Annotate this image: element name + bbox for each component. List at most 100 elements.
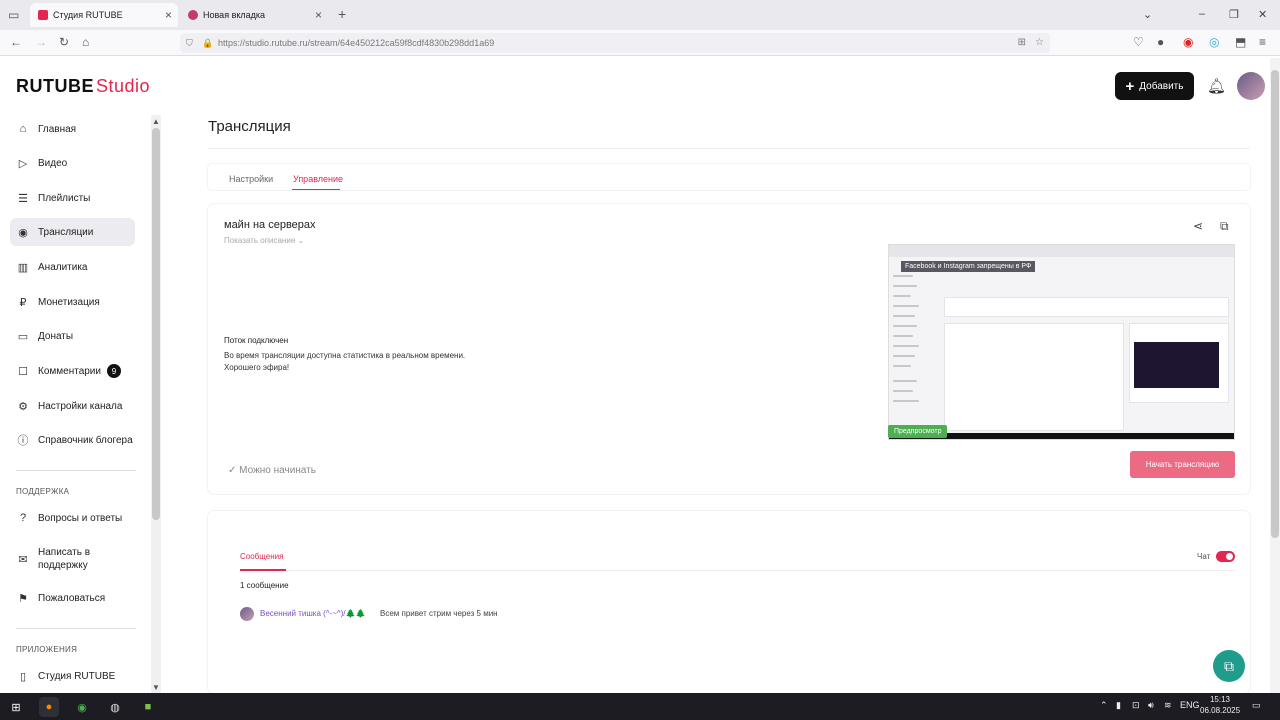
pocket-icon[interactable]: ♡	[1133, 35, 1144, 49]
notifications-icon[interactable]: ▭	[1252, 700, 1261, 711]
monetization-icon: ₽	[19, 296, 27, 309]
extensions-icon[interactable]: ⬒	[1235, 35, 1246, 49]
scroll-up-icon[interactable]: ▲	[152, 117, 160, 126]
sidebar-item-studio-app[interactable]: ▯ Студия RUTUBE	[10, 662, 135, 690]
playlist-icon: ☰	[18, 192, 28, 205]
mail-icon: ✉	[18, 553, 28, 566]
active-tab-indicator	[292, 189, 340, 190]
sidebar-item-video[interactable]: ▷ Видео	[10, 149, 135, 177]
firefox-icon[interactable]: ●	[39, 697, 59, 717]
comments-icon: ☐	[18, 365, 28, 378]
start-broadcast-button[interactable]: Начать трансляцию	[1130, 451, 1235, 478]
show-description-toggle[interactable]: Показать описание ⌄	[224, 236, 304, 245]
page-title: Трансляция	[208, 118, 291, 135]
sidebar-item-contact-support[interactable]: ✉ Написать в поддержку	[10, 544, 135, 574]
sidebar-item-label: Комментарии	[38, 365, 101, 377]
network-tray-icon[interactable]: ⊡	[1132, 700, 1140, 711]
preview-video-frame	[1134, 342, 1219, 388]
translate-icon[interactable]: ⊞	[1018, 33, 1026, 53]
tab-list-icon[interactable]: ⌄	[1143, 8, 1152, 21]
browser-tab-studio[interactable]: Студия RUTUBE ×	[30, 3, 178, 27]
browser-tab-new[interactable]: Новая вкладка ×	[180, 3, 328, 27]
extension-blue-icon[interactable]: ◎	[1209, 35, 1219, 49]
chevron-down-icon: ⌄	[297, 236, 305, 245]
close-window-icon[interactable]: ✕	[1258, 8, 1267, 21]
sidebar-item-report[interactable]: ⚑ Пожаловаться	[10, 584, 135, 612]
sidebar-item-label: Студия RUTUBE	[38, 670, 116, 682]
browser-tab-bar: ▭ Студия RUTUBE × Новая вкладка × + ⌄ – …	[0, 0, 1280, 30]
close-tab-icon[interactable]: ×	[315, 8, 322, 22]
maximize-icon[interactable]: ❐	[1229, 8, 1239, 21]
sidebar-item-label: Трансляции	[38, 226, 94, 238]
add-button[interactable]: + Добавить	[1115, 72, 1194, 100]
url-field[interactable]: ⛉ 🔒 https://studio.rutube.ru/stream/64e4…	[180, 33, 1050, 53]
clock-date: 06.08.2025	[1200, 706, 1241, 715]
tray-arrow-icon[interactable]: ⌃	[1100, 700, 1108, 711]
minimize-icon[interactable]: –	[1199, 8, 1205, 20]
browser-tab-title: Студия RUTUBE	[53, 10, 123, 20]
tab-overview-icon[interactable]: ▭	[8, 8, 19, 22]
sidebar-item-faq[interactable]: ? Вопросы и ответы	[10, 504, 135, 532]
language-indicator[interactable]: ENG	[1180, 700, 1200, 710]
wifi-icon[interactable]: ≋	[1164, 700, 1172, 711]
sidebar-item-comments[interactable]: ☐ Комментарии 9	[10, 357, 135, 385]
stream-tabs	[208, 164, 1250, 190]
page-scroll-thumb[interactable]	[1271, 70, 1279, 538]
bookmark-star-icon[interactable]: ☆	[1035, 33, 1044, 53]
obs-icon[interactable]: ◍	[105, 697, 125, 717]
bell-icon[interactable]: 🔔︎	[1207, 77, 1226, 95]
phone-icon: ▯	[19, 670, 27, 683]
sidebar-item-home[interactable]: ⌂ Главная	[10, 115, 135, 143]
new-tab-icon[interactable]: +	[338, 6, 346, 22]
forward-icon[interactable]: →	[35, 35, 47, 49]
reload-icon[interactable]: ↻	[59, 35, 69, 49]
sidebar-item-broadcasts[interactable]: ◉ Трансляции	[10, 218, 135, 246]
home-browser-icon[interactable]: ⌂	[82, 35, 89, 49]
chrome-icon[interactable]: ◉	[72, 697, 92, 717]
start-menu-icon[interactable]: ⊞	[6, 697, 26, 717]
tab-settings[interactable]: Настройки	[229, 174, 273, 184]
menu-icon[interactable]: ≡	[1259, 35, 1266, 49]
close-tab-icon[interactable]: ×	[165, 8, 172, 22]
sidebar-item-monetization[interactable]: ₽ Монетизация	[10, 288, 135, 316]
minecraft-icon[interactable]: ■	[138, 697, 158, 717]
clock-time: 15:13	[1209, 695, 1231, 704]
sidebar-item-donates[interactable]: ▭ Донаты	[10, 322, 135, 350]
sidebar-item-blogger-guide[interactable]: ⓘ Справочник блогера	[10, 426, 135, 454]
sidebar-item-label: Вопросы и ответы	[38, 512, 123, 524]
sidebar-item-analytics[interactable]: ▥ Аналитика	[10, 253, 135, 281]
sidebar-item-label: Донаты	[38, 330, 74, 342]
share-icon[interactable]: ⋖	[1193, 219, 1203, 233]
adblock-extension-icon[interactable]: ◉	[1183, 35, 1193, 49]
help-chat-button[interactable]: ⧉	[1213, 650, 1245, 682]
taskbar-clock[interactable]: 15:13 06.08.2025	[1200, 694, 1240, 716]
sidebar-divider	[16, 470, 136, 471]
back-icon[interactable]: ←	[10, 35, 22, 49]
extension-icon[interactable]: ●	[1157, 35, 1164, 49]
external-link-icon[interactable]: ⧉	[1220, 219, 1229, 234]
comments-count-badge: 9	[106, 364, 121, 378]
logo-main-text: RUTUBE	[16, 76, 94, 96]
messages-divider	[240, 570, 1235, 571]
scroll-down-icon[interactable]: ▼	[152, 683, 160, 692]
stream-preview[interactable]: Facebook и Instagram запрещены в РФ	[888, 244, 1235, 440]
rutube-studio-logo[interactable]: RUTUBE Studio	[16, 76, 150, 97]
check-icon: ✓	[228, 465, 240, 476]
sidebar-item-label: Монетизация	[38, 296, 100, 308]
gear-icon: ⚙	[18, 400, 28, 413]
avatar[interactable]	[1237, 72, 1265, 100]
sidebar-item-channel-settings[interactable]: ⚙ Настройки канала	[10, 392, 135, 420]
sidebar-item-label: Настройки канала	[38, 400, 123, 412]
chat-toggle[interactable]	[1216, 551, 1235, 562]
tab-management[interactable]: Управление	[293, 174, 343, 184]
sidebar-scroll-thumb[interactable]	[152, 128, 160, 520]
preview-banner: Facebook и Instagram запрещены в РФ	[901, 261, 1036, 272]
volume-icon[interactable]: 🔊︎	[1148, 700, 1154, 711]
ready-text: Можно начинать	[239, 465, 316, 476]
message-count: 1 сообщение	[240, 581, 289, 590]
tab-messages[interactable]: Сообщения	[240, 552, 283, 561]
message-author[interactable]: Весенний тишка (^-~^)/🌲🌲	[260, 609, 365, 618]
browser-tab-title: Новая вкладка	[203, 10, 266, 20]
url-text: https://studio.rutube.ru/stream/64e45021…	[218, 38, 495, 48]
sidebar-item-playlists[interactable]: ☰ Плейлисты	[10, 184, 135, 212]
